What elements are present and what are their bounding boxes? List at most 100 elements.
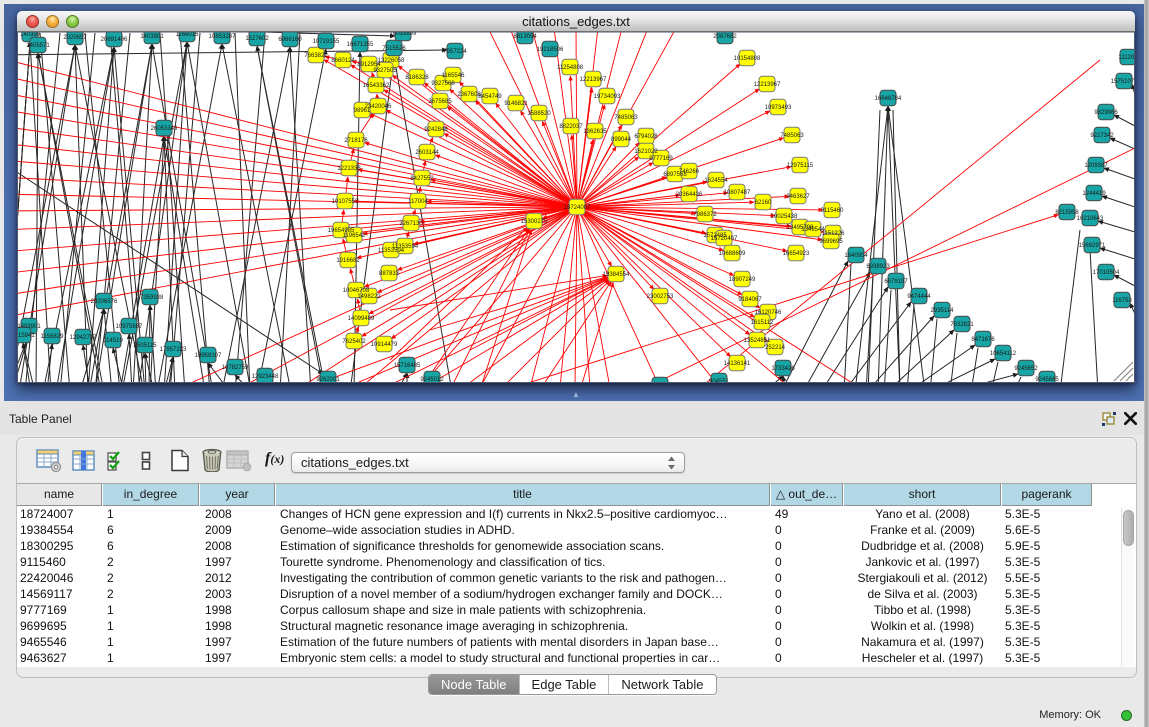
svg-text:1151226: 1151226 — [822, 231, 846, 237]
svg-text:6966160: 6966160 — [278, 37, 302, 43]
svg-text:9242848: 9242848 — [424, 127, 448, 133]
svg-text:7515526: 7515526 — [382, 46, 406, 52]
svg-text:16543362: 16543362 — [363, 83, 390, 89]
svg-text:2505115: 2505115 — [134, 343, 158, 349]
svg-text:3915941: 3915941 — [17, 333, 35, 339]
svg-text:8427552: 8427552 — [410, 176, 434, 182]
svg-text:19384554: 19384554 — [603, 272, 630, 278]
svg-text:10973493: 10973493 — [765, 105, 792, 111]
svg-text:15720407: 15720407 — [711, 236, 738, 242]
svg-text:16671355: 16671355 — [347, 42, 374, 48]
svg-text:9146821: 9146821 — [504, 101, 528, 107]
svg-text:8186328: 8186328 — [405, 75, 429, 81]
svg-text:7663822: 7663822 — [304, 53, 328, 59]
svg-text:1362635: 1362635 — [583, 129, 607, 135]
svg-text:9327505: 9327505 — [373, 68, 397, 74]
svg-text:9777169: 9777169 — [649, 156, 673, 162]
svg-text:1165546: 1165546 — [442, 73, 466, 79]
svg-text:9699695: 9699695 — [819, 239, 843, 245]
svg-text:15300275: 15300275 — [521, 219, 548, 225]
svg-text:17359938: 17359938 — [137, 295, 164, 301]
svg-text:10654112: 10654112 — [990, 351, 1017, 357]
svg-text:16654923: 16654923 — [783, 251, 810, 257]
svg-text:1221338: 1221338 — [337, 166, 361, 172]
svg-text:8660124: 8660124 — [331, 58, 355, 64]
svg-text:1621022: 1621022 — [634, 149, 658, 155]
svg-text:8454749: 8454749 — [478, 94, 502, 100]
svg-text:2603144: 2603144 — [415, 150, 439, 156]
svg-text:1403901: 1403901 — [140, 34, 164, 40]
svg-text:16782759: 16782759 — [222, 365, 249, 371]
svg-text:2718176: 2718176 — [344, 138, 368, 144]
svg-text:1498222: 1498222 — [357, 294, 381, 300]
svg-text:9463627: 9463627 — [786, 194, 810, 200]
svg-text:16033809: 16033809 — [390, 32, 417, 37]
svg-text:10719155: 10719155 — [313, 39, 340, 45]
svg-text:10975887: 10975887 — [116, 324, 143, 330]
svg-text:23002753: 23002753 — [647, 294, 674, 300]
svg-text:2087682: 2087682 — [713, 34, 737, 40]
svg-text:18907249: 18907249 — [729, 277, 756, 283]
svg-text:1156829: 1156829 — [41, 334, 65, 340]
svg-text:1916682: 1916682 — [336, 258, 360, 264]
svg-text:12942737: 12942737 — [70, 335, 97, 341]
svg-text:3267130: 3267130 — [399, 221, 423, 227]
svg-text:1733426: 1733426 — [771, 366, 795, 372]
svg-text:1196542: 1196542 — [343, 233, 367, 239]
svg-text:12975115: 12975115 — [787, 163, 814, 169]
svg-text:15692971: 15692971 — [1079, 243, 1106, 249]
svg-text:14099489: 14099489 — [348, 316, 375, 322]
svg-text:1403901: 1403901 — [17, 324, 41, 330]
svg-text:117004: 117004 — [408, 199, 428, 205]
svg-text:12923448: 12923448 — [252, 374, 279, 380]
svg-text:62160: 62160 — [755, 200, 772, 206]
svg-text:20691406: 20691406 — [101, 37, 128, 43]
svg-text:6679197: 6679197 — [884, 279, 908, 285]
svg-text:7957224: 7957224 — [443, 49, 467, 55]
svg-text:19734093: 19734093 — [594, 94, 621, 100]
svg-text:9184067: 9184067 — [738, 297, 762, 303]
svg-text:1209387: 1209387 — [1084, 163, 1108, 169]
svg-text:98961: 98961 — [354, 108, 371, 114]
svg-text:16210643: 16210643 — [1077, 216, 1104, 222]
svg-text:9245652: 9245652 — [1014, 366, 1038, 372]
svg-text:10853287: 10853287 — [209, 34, 236, 40]
svg-text:8813054: 8813054 — [513, 34, 537, 40]
svg-text:9474444: 9474444 — [907, 294, 931, 300]
svg-text:9115460: 9115460 — [821, 208, 845, 214]
svg-text:11353594: 11353594 — [392, 244, 419, 250]
svg-text:8938923: 8938923 — [866, 264, 890, 270]
svg-text:746266: 746266 — [679, 169, 700, 175]
svg-text:1615112: 1615112 — [751, 320, 775, 326]
svg-text:7625402: 7625402 — [342, 339, 366, 345]
svg-text:10807487: 10807487 — [724, 190, 751, 196]
svg-text:3675685: 3675685 — [428, 99, 452, 105]
svg-text:12213967: 12213967 — [580, 77, 607, 83]
svg-text:26053346: 26053346 — [151, 126, 178, 132]
svg-text:7986372: 7986372 — [693, 212, 717, 218]
svg-text:9327508: 9327508 — [431, 81, 455, 87]
svg-text:19218506: 19218506 — [537, 47, 564, 53]
svg-text:10914479: 10914479 — [371, 342, 398, 348]
svg-text:1166015: 1166015 — [176, 32, 200, 38]
svg-text:1624554: 1624554 — [704, 178, 728, 184]
svg-text:14136141: 14136141 — [724, 361, 751, 367]
svg-text:140390: 140390 — [20, 32, 41, 38]
svg-text:13226058: 13226058 — [378, 58, 405, 64]
svg-text:20206576: 20206576 — [91, 299, 118, 305]
svg-text:899044: 899044 — [611, 137, 632, 143]
svg-text:6794028: 6794028 — [634, 134, 658, 140]
svg-text:15751074: 15751074 — [1111, 79, 1135, 85]
svg-text:11254808: 11254808 — [557, 65, 584, 71]
svg-text:17957223: 17957223 — [160, 347, 187, 353]
svg-text:8471676: 8471676 — [971, 337, 995, 343]
svg-text:1405571: 1405571 — [26, 43, 50, 49]
svg-text:16120746: 16120746 — [755, 310, 782, 316]
svg-text:18724007: 18724007 — [564, 205, 591, 211]
svg-text:10958107: 10958107 — [195, 353, 222, 359]
svg-text:252214: 252214 — [765, 345, 786, 351]
svg-text:8822037: 8822037 — [559, 124, 583, 130]
svg-text:16648784: 16648784 — [875, 96, 902, 102]
svg-text:7485063: 7485063 — [614, 115, 638, 121]
svg-text:114519: 114519 — [103, 338, 123, 344]
